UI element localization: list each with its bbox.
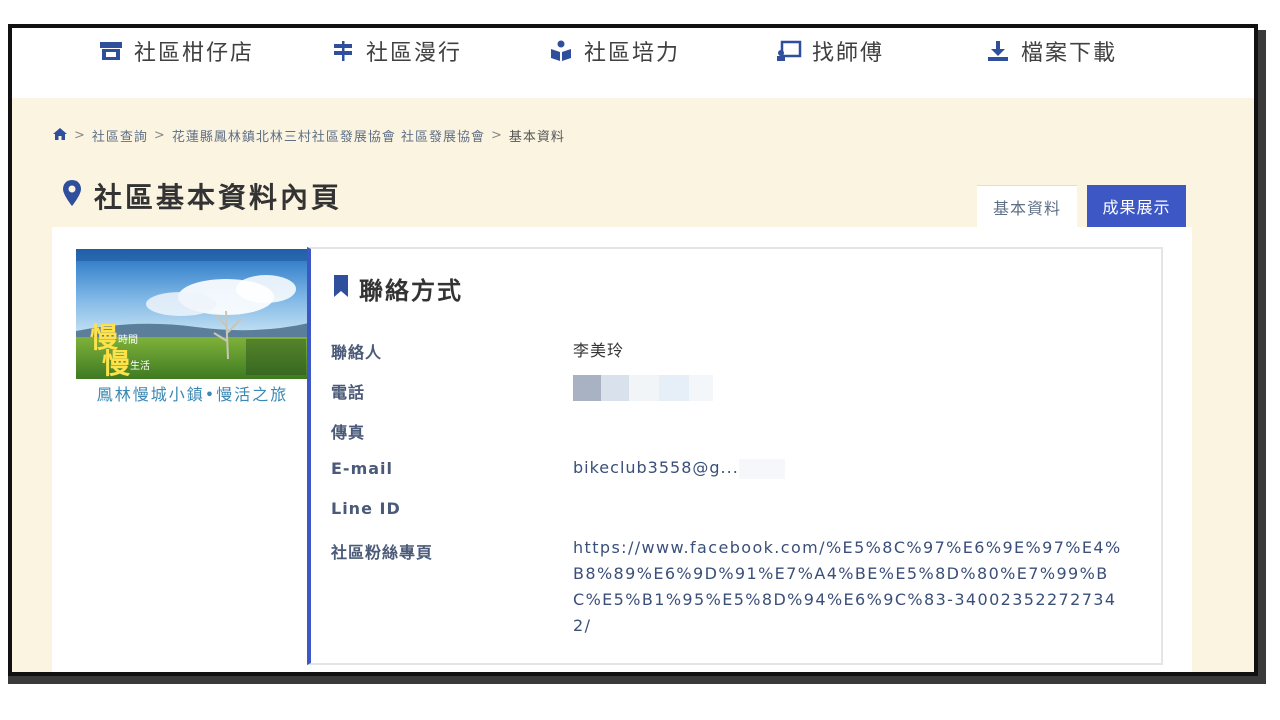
cover-caption: 鳳林慢城小鎮•慢活之旅: [96, 385, 289, 404]
label-email: E-mail: [331, 459, 394, 478]
nav-label: 社區培力: [584, 41, 681, 66]
breadcrumb: > 社區查詢 > 花蓮縣鳳林鎮北林三村社區發展協會 社區發展協會 > 基本資料: [52, 126, 565, 145]
contact-title: 聯絡方式: [333, 271, 463, 306]
value-phone: [573, 375, 713, 401]
breadcrumb-current: 基本資料: [508, 130, 565, 145]
value-email[interactable]: bikeclub3558@g...: [573, 458, 785, 479]
map-pin-icon: [62, 179, 82, 214]
label-fax: 傳真: [331, 423, 366, 442]
store-icon: [98, 39, 124, 63]
label-phone: 電話: [331, 383, 366, 402]
value-contact-person: 李美玲: [573, 341, 625, 360]
content-panel: 慢 時間 慢 生活 鳳林慢城小鎮•慢活之旅 聯絡方式 聯絡人 李美玲 電話 傳真: [52, 227, 1192, 672]
email-text: bikeclub3558@g...: [573, 458, 739, 477]
redacted-block: [573, 375, 601, 401]
nav-label: 找師傅: [812, 41, 885, 66]
fanpage-link[interactable]: https://www.facebook.com/%E5%8C%97%E6%9E…: [573, 535, 1133, 639]
nav-item-walk[interactable]: 社區漫行: [330, 36, 462, 66]
label-contact-person: 聯絡人: [331, 343, 383, 362]
tab-results[interactable]: 成果展示: [1087, 185, 1186, 227]
breadcrumb-association[interactable]: 花蓮縣鳳林鎮北林三村社區發展協會 社區發展協會: [172, 126, 485, 145]
breadcrumb-community-search[interactable]: 社區查詢: [92, 126, 148, 145]
breadcrumb-separator: >: [153, 128, 166, 143]
home-icon[interactable]: [52, 127, 68, 145]
community-cover-image: 慢 時間 慢 生活: [76, 249, 309, 379]
label-line-id: Line ID: [331, 499, 401, 518]
reading-person-icon: [548, 39, 574, 63]
cover-small-text: 時間: [118, 334, 138, 346]
nav-label: 社區漫行: [366, 41, 463, 66]
nav-item-download[interactable]: 檔案下載: [985, 36, 1117, 66]
frame-shadow: [1258, 30, 1266, 684]
frame-shadow: [8, 676, 1266, 684]
contact-title-text: 聯絡方式: [359, 277, 463, 305]
contact-card: 聯絡方式 聯絡人 李美玲 電話 傳真 E-mail bikeclub3558@g…: [307, 247, 1163, 665]
page-title-text: 社區基本資料內頁: [94, 181, 343, 214]
cover-small-text: 生活: [130, 359, 150, 372]
redacted-block: [601, 375, 629, 401]
breadcrumb-separator: >: [74, 128, 86, 143]
bookmark-icon: [333, 274, 349, 304]
screenshot-frame: 社區柑仔店 社區漫行 社區培力 找師傅 檔案下載 > 社區查詢 > 花蓮縣鳳林鎮…: [8, 24, 1258, 676]
nav-item-store[interactable]: 社區柑仔店: [98, 36, 254, 66]
nav-item-training[interactable]: 社區培力: [548, 36, 680, 66]
top-nav: 社區柑仔店 社區漫行 社區培力 找師傅 檔案下載: [12, 28, 1254, 98]
redacted-block: [659, 375, 689, 401]
breadcrumb-separator: >: [490, 128, 503, 143]
page-title: 社區基本資料內頁: [62, 176, 342, 216]
label-fanpage: 社區粉絲專頁: [331, 543, 434, 562]
tab-basic-info[interactable]: 基本資料: [977, 185, 1077, 227]
download-icon: [985, 39, 1011, 63]
nav-label: 檔案下載: [1021, 41, 1118, 66]
redacted-block: [738, 458, 785, 479]
cover-headline: 慢: [102, 347, 131, 379]
redacted-block: [629, 375, 659, 401]
nav-label: 社區柑仔店: [134, 41, 255, 66]
nav-item-master[interactable]: 找師傅: [776, 36, 884, 66]
redacted-block: [689, 375, 713, 401]
teacher-board-icon: [776, 39, 802, 63]
signpost-icon: [330, 39, 356, 63]
